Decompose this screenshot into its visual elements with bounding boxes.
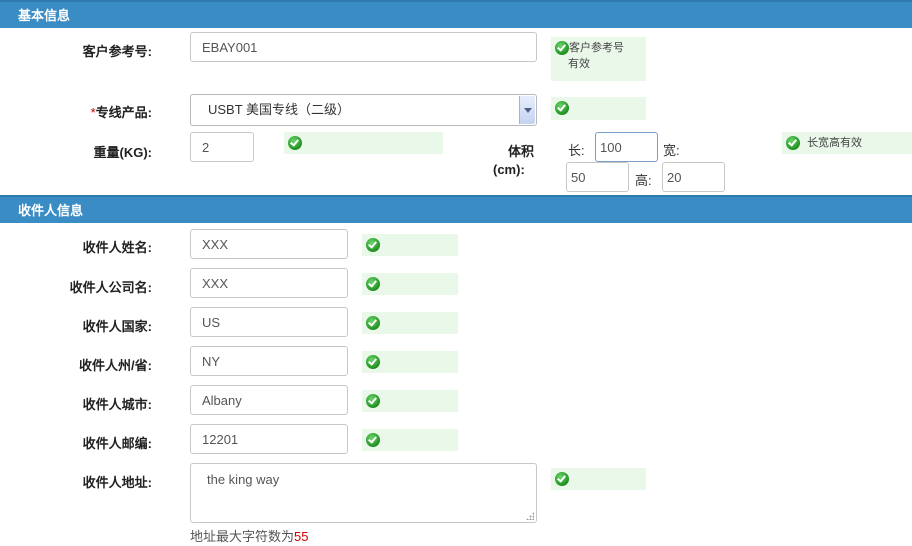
weight-valid-message — [284, 132, 443, 154]
check-circle-icon — [555, 101, 569, 116]
product-selected-value: USBT 美国专线（二级） — [208, 102, 351, 117]
customer-ref-valid-message: 客户参考号 有效 — [551, 37, 646, 81]
length-input[interactable] — [595, 132, 658, 162]
recipient-name-input[interactable] — [190, 229, 348, 259]
address-text: the king way — [207, 472, 280, 487]
section-header-basic-info: 基本信息 — [0, 0, 912, 28]
recipient-state-valid — [362, 351, 458, 373]
check-circle-icon — [555, 41, 569, 56]
recipient-zip-valid — [362, 429, 458, 451]
recipient-state-input[interactable] — [190, 346, 348, 376]
address-length-hint: 地址最大字符数为55 — [190, 526, 308, 545]
recipient-name-label: 收件人姓名: — [82, 240, 152, 255]
recipient-company-input[interactable] — [190, 268, 348, 298]
chevron-down-icon[interactable] — [519, 96, 535, 124]
valid-text: 客户参考号 — [569, 42, 624, 54]
recipient-state-label: 收件人州/省: — [79, 358, 152, 373]
recipient-city-label: 收件人城市: — [82, 397, 152, 412]
check-circle-icon — [366, 277, 380, 292]
address-hint-max: 55 — [294, 529, 309, 544]
product-label: *专线产品: — [91, 102, 152, 121]
check-circle-icon — [555, 472, 569, 487]
volume-unit-label: (cm): — [493, 162, 525, 177]
product-valid-message — [551, 97, 646, 120]
width-input[interactable] — [566, 162, 629, 192]
product-label-text: 专线产品: — [95, 105, 152, 120]
recipient-country-label: 收件人国家: — [82, 319, 152, 334]
weight-input[interactable] — [190, 132, 254, 162]
recipient-country-valid — [362, 312, 458, 334]
weight-label: 重量(KG): — [93, 145, 153, 160]
valid-text: 长宽高有效 — [807, 137, 863, 149]
section-header-recipient-info: 收件人信息 — [0, 195, 912, 223]
check-circle-icon — [366, 394, 380, 409]
volume-label: 体积 — [508, 144, 535, 159]
height-input[interactable] — [662, 162, 725, 192]
product-select[interactable]: USBT 美国专线（二级） — [190, 94, 537, 126]
valid-text: 有效 — [568, 58, 590, 70]
address-hint-text: 地址最大字符数为 — [190, 529, 295, 544]
recipient-company-label: 收件人公司名: — [69, 280, 152, 295]
recipient-address-textarea[interactable]: the king way — [190, 463, 537, 523]
check-circle-icon — [786, 136, 800, 151]
check-circle-icon — [366, 433, 380, 448]
recipient-country-input[interactable] — [190, 307, 348, 337]
length-label: 长: — [568, 143, 585, 158]
resize-grip-icon[interactable] — [526, 512, 534, 520]
height-label: 高: — [635, 173, 652, 188]
recipient-address-label: 收件人地址: — [82, 475, 152, 490]
customer-ref-label: 客户参考号: — [82, 44, 152, 59]
recipient-city-input[interactable] — [190, 385, 348, 415]
check-circle-icon — [288, 136, 302, 151]
check-circle-icon — [366, 316, 380, 331]
customer-ref-input[interactable] — [190, 32, 537, 62]
width-label: 宽: — [663, 143, 680, 158]
recipient-company-valid — [362, 273, 458, 295]
recipient-zip-input[interactable] — [190, 424, 348, 454]
recipient-city-valid — [362, 390, 458, 412]
recipient-name-valid — [362, 234, 458, 256]
check-circle-icon — [366, 355, 380, 370]
recipient-address-valid — [551, 468, 646, 490]
check-circle-icon — [366, 238, 380, 253]
volume-valid-message: 长宽高有效 — [782, 132, 912, 154]
recipient-zip-label: 收件人邮编: — [82, 436, 152, 451]
